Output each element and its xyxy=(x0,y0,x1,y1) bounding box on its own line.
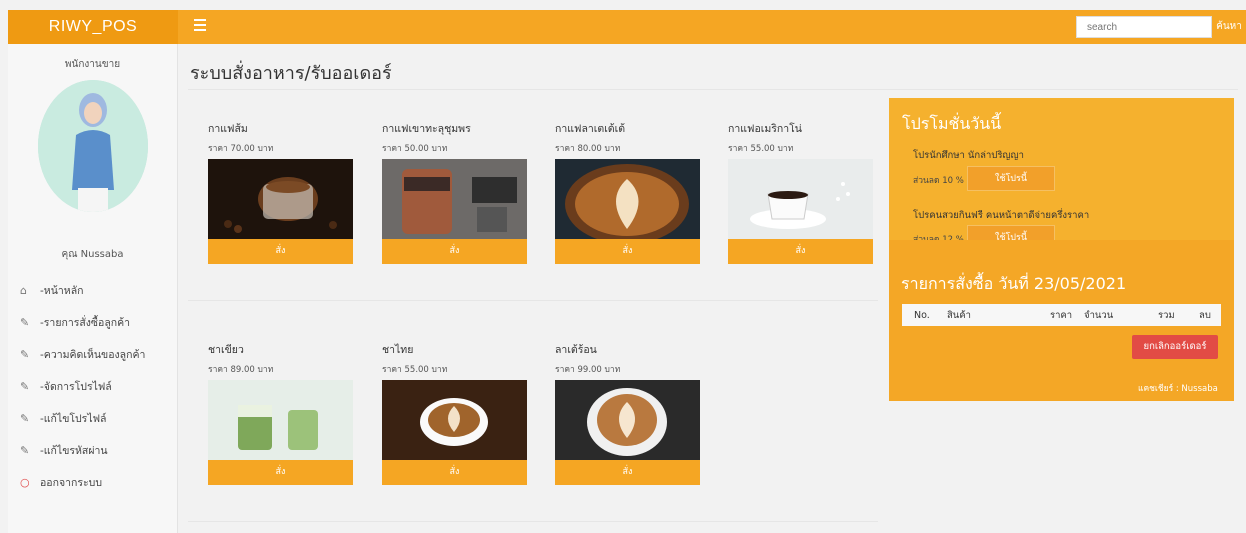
edit-icon: ✎ xyxy=(20,315,30,329)
product-name: ชาเขียว xyxy=(208,344,244,356)
product-price: ราคา 99.00 บาท xyxy=(555,365,621,375)
column-header: No. xyxy=(914,309,930,321)
product-card: ลาเต้ร้อน ราคา 99.00 บาท สั่ง xyxy=(555,341,700,485)
product-card: ชาไทย ราคา 55.00 บาท สั่ง xyxy=(382,341,527,485)
promo-discount: ส่วนลด 10 % xyxy=(913,176,964,186)
cashier-label: แคชเชียร์ : Nussaba xyxy=(1138,384,1218,394)
sidebar-item-manage-profile[interactable]: ✎ -จัดการโปรไฟล์ xyxy=(8,370,177,402)
sidebar-item-logout[interactable]: ○ ออกจากระบบ xyxy=(8,466,177,498)
edit-icon: ✎ xyxy=(20,347,30,361)
user-name: คุณ Nussaba xyxy=(61,249,124,260)
order-button[interactable]: สั่ง xyxy=(382,460,527,485)
promo-name: โปรนักศึกษา นักล่าปริญญา xyxy=(913,150,1024,161)
edit-icon: ✎ xyxy=(20,379,30,393)
column-header: สินค้า xyxy=(947,309,971,321)
promo-panel: โปรโมชั่นวันนี้ โปรนักศึกษา นักล่าปริญญา… xyxy=(889,98,1234,401)
order-button[interactable]: สั่ง xyxy=(555,239,700,264)
product-price: ราคา 89.00 บาท xyxy=(208,365,274,375)
promo-name: โปรคนสวยกินฟรี คนหน้าตาดีจ่ายครึ่งราคา xyxy=(913,210,1090,221)
brand-logo[interactable]: RIWY_POS xyxy=(8,10,178,44)
order-table-header: No. สินค้า ราคา จำนวน รวม ลบ xyxy=(902,304,1221,326)
product-price: ราคา 55.00 บาท xyxy=(382,365,448,375)
product-card: กาแฟส้ม ราคา 70.00 บาท สั่ง xyxy=(208,120,353,264)
edit-icon: ✎ xyxy=(20,411,30,425)
product-price: ราคา 55.00 บาท xyxy=(728,144,794,154)
product-price: ราคา 70.00 บาท xyxy=(208,144,274,154)
column-header: รวม xyxy=(1158,309,1175,321)
use-promo-button[interactable]: ใช้โปรนี้ xyxy=(967,166,1055,191)
menu-toggle-icon[interactable] xyxy=(194,19,206,33)
sidebar-item-home[interactable]: ⌂ -หน้าหลัก xyxy=(8,274,177,306)
product-image xyxy=(555,380,700,460)
divider xyxy=(188,300,878,301)
column-header: จำนวน xyxy=(1084,309,1114,321)
edit-icon: ✎ xyxy=(20,443,30,457)
product-name: กาแฟลาเตเต้เต้ xyxy=(555,123,626,135)
sidebar-item-customer-feedback[interactable]: ✎ -ความคิดเห็นของลูกค้า xyxy=(8,338,177,370)
product-image xyxy=(208,159,353,239)
product-image xyxy=(208,380,353,460)
column-header: ลบ xyxy=(1199,309,1211,321)
product-name: กาแฟอเมริกาโน่ xyxy=(728,123,802,135)
product-name: ชาไทย xyxy=(382,344,414,356)
product-card: กาแฟเขาทะลุชุมพร ราคา 50.00 บาท สั่ง xyxy=(382,120,527,264)
avatar xyxy=(37,80,148,212)
sidebar-item-customer-orders[interactable]: ✎ -รายการสั่งซื้อลูกค้า xyxy=(8,306,177,338)
product-name: กาแฟส้ม xyxy=(208,123,248,135)
cancel-order-button[interactable]: ยกเลิกออร์เดอร์ xyxy=(1132,335,1218,359)
search-button[interactable]: ค้นหา xyxy=(1212,16,1246,38)
order-title: รายการสั่งซื้อ วันที่ 23/05/2021 xyxy=(901,274,1127,293)
product-image xyxy=(382,380,527,460)
order-button[interactable]: สั่ง xyxy=(728,239,873,264)
page-title: ระบบสั่งอาหาร/รับออเดอร์ xyxy=(190,63,392,84)
order-button[interactable]: สั่ง xyxy=(555,460,700,485)
order-panel: รายการสั่งซื้อ วันที่ 23/05/2021 No. สิน… xyxy=(889,240,1234,401)
logout-icon: ○ xyxy=(20,475,30,489)
home-icon: ⌂ xyxy=(20,283,27,297)
promo-title: โปรโมชั่นวันนี้ xyxy=(902,114,1002,133)
sidebar: พนักงานขาย คุณ Nussaba ⌂ -หน้าหลัก ✎ -รายก… xyxy=(8,44,178,533)
divider xyxy=(188,89,1238,90)
product-image xyxy=(728,159,873,239)
order-button[interactable]: สั่ง xyxy=(208,239,353,264)
product-name: ลาเต้ร้อน xyxy=(555,344,597,356)
product-name: กาแฟเขาทะลุชุมพร xyxy=(382,123,471,135)
top-navbar: RIWY_POS ค้นหา xyxy=(8,10,1246,44)
product-image xyxy=(555,159,700,239)
order-button[interactable]: สั่ง xyxy=(208,460,353,485)
product-price: ราคา 50.00 บาท xyxy=(382,144,448,154)
divider xyxy=(188,521,878,522)
product-image xyxy=(382,159,527,239)
product-card: กาแฟลาเตเต้เต้ ราคา 80.00 บาท สั่ง xyxy=(555,120,700,264)
sidebar-item-change-password[interactable]: ✎ -แก้ไขรหัสผ่าน xyxy=(8,434,177,466)
sidebar-menu: ⌂ -หน้าหลัก ✎ -รายการสั่งซื้อลูกค้า ✎ -ความ… xyxy=(8,274,177,498)
user-role: พนักงานขาย xyxy=(64,59,121,70)
product-card: กาแฟอเมริกาโน่ ราคา 55.00 บาท สั่ง xyxy=(728,120,873,264)
product-price: ราคา 80.00 บาท xyxy=(555,144,621,154)
order-button[interactable]: สั่ง xyxy=(382,239,527,264)
column-header: ราคา xyxy=(1050,309,1073,321)
search-input[interactable] xyxy=(1076,16,1212,38)
sidebar-item-edit-profile[interactable]: ✎ -แก้ไขโปรไฟล์ xyxy=(8,402,177,434)
product-card: ชาเขียว ราคา 89.00 บาท สั่ง xyxy=(208,341,353,485)
